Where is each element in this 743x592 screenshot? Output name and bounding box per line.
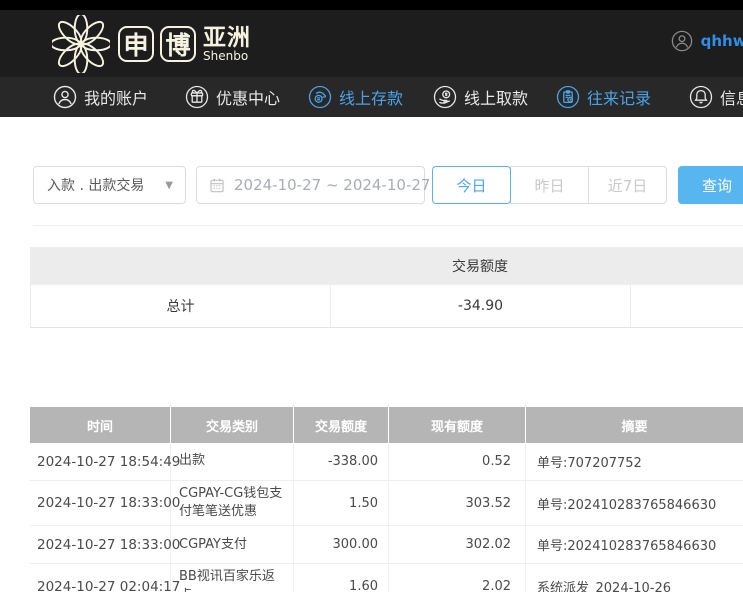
column-header-type: 交易类别	[171, 407, 294, 443]
cell-type: CGPAY支付	[171, 526, 294, 563]
deposit-icon	[308, 85, 332, 109]
column-header-time: 时间	[30, 407, 171, 443]
nav-item-transaction-records[interactable]: 往来记录	[556, 77, 651, 117]
transaction-type-select[interactable]: 入款 . 出款交易 ▼	[33, 166, 186, 204]
user-account[interactable]: qhhw2	[671, 30, 743, 52]
username-label: qhhw2	[701, 32, 743, 50]
search-button[interactable]: 查询	[678, 166, 743, 204]
cell-summary: 单号:202410283765846630	[526, 526, 743, 563]
summary-total-label: 总计	[31, 285, 331, 327]
chevron-down-icon: ▼	[165, 180, 173, 191]
flower-logo-icon	[52, 15, 110, 73]
logo-char-bo: 博	[160, 26, 196, 62]
logo-brand-label: Shenbo	[203, 50, 251, 63]
calendar-icon	[209, 177, 225, 193]
cell-time: 2024-10-27 18:54:49	[30, 443, 171, 480]
cell-balance: 0.52	[389, 443, 526, 480]
gift-icon	[185, 85, 209, 109]
cell-time: 2024-10-27 18:33:00	[30, 526, 171, 563]
nav-label: 优惠中心	[216, 85, 280, 109]
top-black-strip	[0, 0, 743, 10]
cell-balance: 2.02	[389, 564, 526, 592]
column-header-amount: 交易额度	[294, 407, 389, 443]
cell-type: CGPAY-CG钱包支付笔笔送优惠	[171, 481, 294, 525]
summary-total-row: 总计 -34.90	[30, 285, 743, 328]
quick-date-button-group: 今日 昨日 近7日	[432, 166, 667, 204]
transaction-table-header-row: 时间 交易类别 交易额度 现有额度 摘要	[30, 407, 743, 443]
summary-empty-cell	[631, 285, 743, 327]
last-7-days-button[interactable]: 近7日	[588, 166, 667, 204]
date-range-value: 2024-10-27 ~ 2024-10-27	[234, 176, 430, 194]
cell-summary: 单号:202410283765846630	[526, 481, 743, 525]
table-row: 2024-10-27 18:54:49 出款 -338.00 0.52 单号:7…	[30, 443, 743, 481]
logo-region-label: 亚洲	[203, 26, 251, 50]
cell-amount: 300.00	[294, 526, 389, 563]
page: 申 博 亚洲 Shenbo qhhw2 我的账户	[0, 0, 743, 592]
cell-amount: 1.60	[294, 564, 389, 592]
records-icon	[556, 85, 580, 109]
column-header-balance: 现有额度	[389, 407, 526, 443]
transaction-type-value: 入款 . 出款交易	[47, 175, 144, 195]
cell-time: 2024-10-27 02:04:17	[30, 564, 171, 592]
filter-divider	[33, 225, 743, 226]
table-row: 2024-10-27 02:04:17 BB视讯百家乐返点 1.60 2.02 …	[30, 564, 743, 592]
nav-item-promotions[interactable]: 优惠中心	[185, 77, 280, 117]
table-row: 2024-10-27 18:33:00 CGPAY-CG钱包支付笔笔送优惠 1.…	[30, 481, 743, 526]
main-nav: 我的账户 优惠中心 线上存款	[0, 77, 743, 117]
cell-type: BB视讯百家乐返点	[171, 564, 294, 592]
date-range-picker[interactable]: 2024-10-27 ~ 2024-10-27	[196, 166, 425, 204]
nav-label: 线上取款	[464, 85, 528, 109]
nav-label: 信息	[720, 85, 743, 109]
yesterday-button[interactable]: 昨日	[510, 166, 589, 204]
today-button[interactable]: 今日	[432, 166, 511, 204]
nav-item-my-account[interactable]: 我的账户	[53, 77, 148, 117]
summary-total-value: -34.90	[331, 285, 631, 327]
app-header: 申 博 亚洲 Shenbo qhhw2	[0, 10, 743, 77]
cell-summary: 系统派发_2024-10-26	[526, 564, 743, 592]
cell-balance: 302.02	[389, 526, 526, 563]
summary-column-header: 交易额度	[330, 247, 630, 285]
user-icon	[53, 85, 77, 109]
bell-icon	[689, 85, 713, 109]
nav-item-online-deposit[interactable]: 线上存款	[308, 77, 403, 117]
summary-table: 交易额度 总计 -34.90	[30, 247, 743, 328]
withdraw-icon	[433, 85, 457, 109]
avatar-icon	[671, 30, 693, 52]
logo-char-shen: 申	[118, 26, 154, 62]
cell-type: 出款	[171, 443, 294, 480]
nav-label: 线上存款	[339, 85, 403, 109]
cell-time: 2024-10-27 18:33:00	[30, 481, 171, 525]
nav-label: 往来记录	[587, 85, 651, 109]
cell-balance: 303.52	[389, 481, 526, 525]
table-row: 2024-10-27 18:33:00 CGPAY支付 300.00 302.0…	[30, 526, 743, 564]
cell-amount: -338.00	[294, 443, 389, 480]
nav-label: 我的账户	[84, 85, 148, 109]
nav-item-messages[interactable]: 信息	[689, 77, 743, 117]
brand-logo[interactable]: 申 博 亚洲 Shenbo	[52, 12, 251, 76]
cell-summary: 单号:707207752	[526, 443, 743, 480]
transaction-table: 时间 交易类别 交易额度 现有额度 摘要 2024-10-27 18:54:49…	[30, 407, 743, 592]
cell-amount: 1.50	[294, 481, 389, 525]
nav-item-online-withdrawal[interactable]: 线上取款	[433, 77, 528, 117]
column-header-summary: 摘要	[526, 407, 743, 443]
summary-table-header: 交易额度	[30, 247, 743, 285]
